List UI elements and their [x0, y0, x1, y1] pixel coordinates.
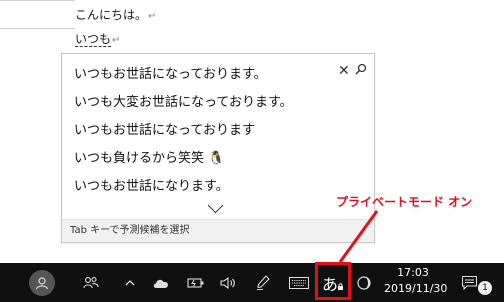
annotation-highlight-box — [315, 262, 351, 300]
taskbar-clock[interactable]: 17:03 2019/11/30 — [384, 265, 448, 297]
avatar — [29, 269, 55, 296]
clock-date: 2019/11/30 — [384, 282, 448, 295]
taskbar: あ 17:03 2019/11/30 — [0, 263, 504, 302]
chevron-up-icon[interactable] — [120, 263, 140, 302]
people-icon[interactable] — [80, 263, 102, 302]
keyboard-icon[interactable] — [286, 263, 312, 302]
notification-count-badge: 1 — [478, 281, 492, 295]
pen-ink-icon[interactable] — [252, 263, 274, 302]
clock-time: 17:03 — [397, 266, 429, 279]
battery-icon[interactable] — [185, 263, 207, 302]
night-light-icon[interactable] — [353, 263, 375, 302]
annotation-arrow — [338, 210, 379, 263]
action-center-icon[interactable] — [458, 263, 480, 302]
cloud-icon[interactable] — [150, 263, 172, 302]
volume-icon[interactable] — [217, 263, 239, 302]
user-avatar[interactable] — [28, 263, 56, 302]
